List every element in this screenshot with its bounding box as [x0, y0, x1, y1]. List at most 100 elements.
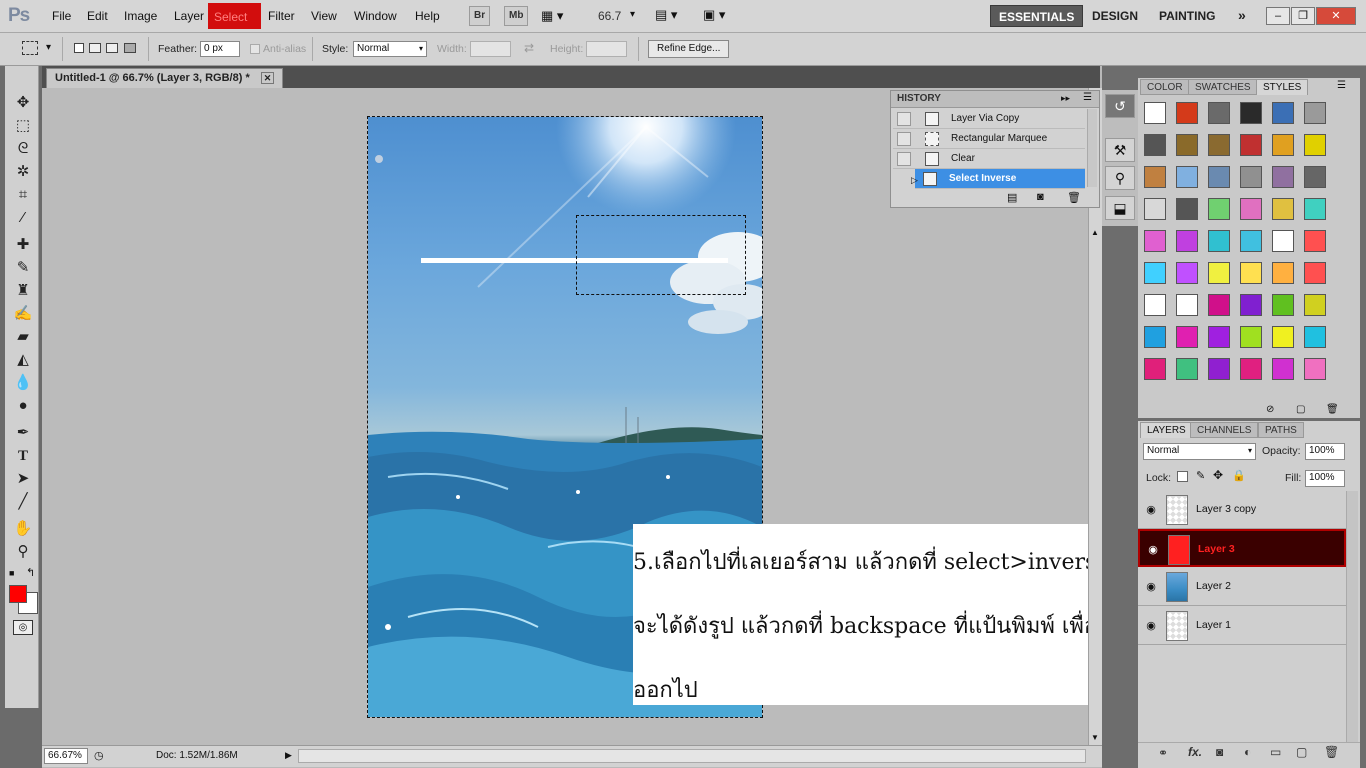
workspace-essentials[interactable]: ESSENTIALS [990, 5, 1084, 27]
panel-menu-icon[interactable]: ☰ [1337, 80, 1346, 91]
zoom-level-dropdown[interactable]: 66.7 [598, 9, 621, 23]
status-info-icon[interactable]: ◷ [94, 749, 104, 762]
menu-view[interactable]: View [311, 9, 337, 23]
style-swatch[interactable] [1144, 198, 1166, 220]
style-swatch[interactable] [1240, 358, 1262, 380]
marquee-icon[interactable]: ⬚ [12, 116, 34, 136]
stamp-icon[interactable]: ♜ [12, 281, 34, 301]
style-swatch[interactable] [1176, 198, 1198, 220]
style-swatch[interactable] [1240, 294, 1262, 316]
style-swatch[interactable] [1208, 262, 1230, 284]
layers-scrollbar[interactable] [1346, 491, 1358, 745]
document-tab[interactable]: Untitled-1 @ 66.7% (Layer 3, RGB/8) * ✕ [46, 68, 284, 88]
lock-pixels-icon[interactable]: ✎ [1196, 469, 1205, 482]
new-selection-icon[interactable] [74, 43, 84, 53]
clone-source-icon[interactable]: ⚲ [1105, 166, 1135, 190]
quickmask-icon[interactable]: ◎ [13, 620, 33, 635]
history-item-selected[interactable]: Select Inverse [915, 169, 1085, 189]
chevron-down-icon[interactable]: ▾ [630, 9, 635, 20]
tool-presets-icon[interactable]: ⬓ [1105, 196, 1135, 220]
height-input[interactable] [586, 41, 627, 57]
style-swatch[interactable] [1176, 262, 1198, 284]
style-swatch[interactable] [1144, 166, 1166, 188]
trash-icon[interactable]: 🗑 [1324, 745, 1339, 759]
type-icon[interactable]: T [12, 446, 34, 466]
pen-icon[interactable]: ✒ [12, 423, 34, 443]
style-swatch[interactable] [1208, 134, 1230, 156]
horizontal-scrollbar[interactable] [298, 749, 1086, 763]
foreground-color-swatch[interactable] [9, 585, 27, 603]
add-mask-icon[interactable]: ◙ [1216, 745, 1223, 759]
style-swatch[interactable] [1272, 326, 1294, 348]
menu-window[interactable]: Window [354, 9, 397, 23]
menu-file[interactable]: File [52, 9, 71, 23]
style-swatch[interactable] [1176, 326, 1198, 348]
subtract-selection-icon[interactable] [106, 43, 118, 53]
new-group-icon[interactable]: ▭ [1270, 745, 1281, 759]
style-swatch[interactable] [1240, 102, 1262, 124]
blend-mode-select[interactable]: Normal ▾ [1143, 443, 1256, 460]
link-layers-icon[interactable]: ⚭ [1158, 746, 1168, 760]
style-swatch[interactable] [1304, 262, 1326, 284]
line-icon[interactable]: ╱ [12, 492, 34, 512]
style-swatch[interactable] [1272, 262, 1294, 284]
bucket-icon[interactable]: ◭ [12, 350, 34, 370]
eyedropper-icon[interactable]: ⁄ [12, 208, 34, 228]
screen-mode-icon[interactable]: ▣ ▾ [703, 7, 725, 23]
crop-icon[interactable]: ⌗ [12, 185, 34, 205]
style-swatch[interactable] [1208, 358, 1230, 380]
workspace-painting[interactable]: PAINTING [1151, 5, 1223, 27]
style-swatch[interactable] [1144, 230, 1166, 252]
magic-wand-icon[interactable]: ✲ [12, 162, 34, 182]
style-swatch[interactable] [1272, 294, 1294, 316]
chevron-down-icon[interactable]: ▾ [46, 42, 51, 53]
layer-row[interactable]: ◉ Layer 2 [1138, 568, 1346, 606]
tab-swatches[interactable]: SWATCHES [1188, 79, 1258, 95]
zoom-status-field[interactable]: 66.67% [44, 748, 88, 764]
menu-filter[interactable]: Filter [268, 9, 295, 23]
collapse-icon[interactable]: ▸▸ [1061, 93, 1070, 104]
new-document-icon[interactable]: ▤ [1007, 191, 1017, 204]
style-swatch[interactable] [1272, 198, 1294, 220]
style-swatch[interactable] [1176, 134, 1198, 156]
brush-icon[interactable]: ✎ [12, 258, 34, 278]
minimize-button[interactable]: – [1266, 7, 1290, 25]
eraser-icon[interactable]: ▰ [12, 327, 34, 347]
style-swatch[interactable] [1176, 230, 1198, 252]
brush-presets-icon[interactable]: ⚒ [1105, 138, 1135, 162]
history-snapshot-checkbox[interactable] [897, 112, 911, 126]
clear-style-icon[interactable]: ⊘ [1266, 404, 1274, 415]
antialias-checkbox[interactable] [250, 44, 260, 54]
status-menu-arrow-icon[interactable]: ▶ [285, 750, 292, 761]
move-icon[interactable]: ✥ [12, 93, 34, 113]
trash-icon[interactable]: 🗑 [1067, 191, 1081, 204]
style-swatch[interactable] [1240, 326, 1262, 348]
style-swatch[interactable] [1304, 294, 1326, 316]
history-brush-icon[interactable]: ✍ [12, 304, 34, 324]
scroll-down-icon[interactable]: ▼ [1091, 733, 1099, 742]
lasso-icon[interactable]: ᘓ [12, 139, 34, 159]
lock-all-icon[interactable]: 🔒 [1232, 469, 1246, 482]
healing-icon[interactable]: ✚ [12, 235, 34, 255]
adjustment-layer-icon[interactable]: ◐ [1244, 745, 1251, 759]
marquee-tool-preset-icon[interactable] [22, 41, 38, 55]
intersect-selection-icon[interactable] [124, 43, 136, 53]
view-extras-icon[interactable]: ▦ ▾ [541, 8, 563, 24]
style-swatch[interactable] [1272, 166, 1294, 188]
minibridge-button[interactable]: Mb [504, 6, 529, 26]
style-swatch[interactable] [1304, 134, 1326, 156]
close-icon[interactable]: ✕ [260, 72, 275, 84]
style-swatch[interactable] [1144, 134, 1166, 156]
style-swatch[interactable] [1272, 230, 1294, 252]
lock-position-icon[interactable]: ✥ [1213, 468, 1223, 482]
menu-image[interactable]: Image [124, 9, 157, 23]
restore-button[interactable]: ❐ [1291, 7, 1315, 25]
fill-input[interactable]: 100% [1305, 470, 1345, 487]
style-swatch[interactable] [1240, 166, 1262, 188]
scroll-up-icon[interactable]: ▲ [1091, 228, 1099, 237]
style-swatch[interactable] [1176, 166, 1198, 188]
hand-icon[interactable]: ✋ [12, 519, 34, 539]
style-select[interactable]: Normal ▾ [353, 41, 427, 57]
visibility-eye-icon[interactable]: ◉ [1144, 503, 1158, 516]
history-snapshot-checkbox[interactable] [897, 132, 911, 146]
